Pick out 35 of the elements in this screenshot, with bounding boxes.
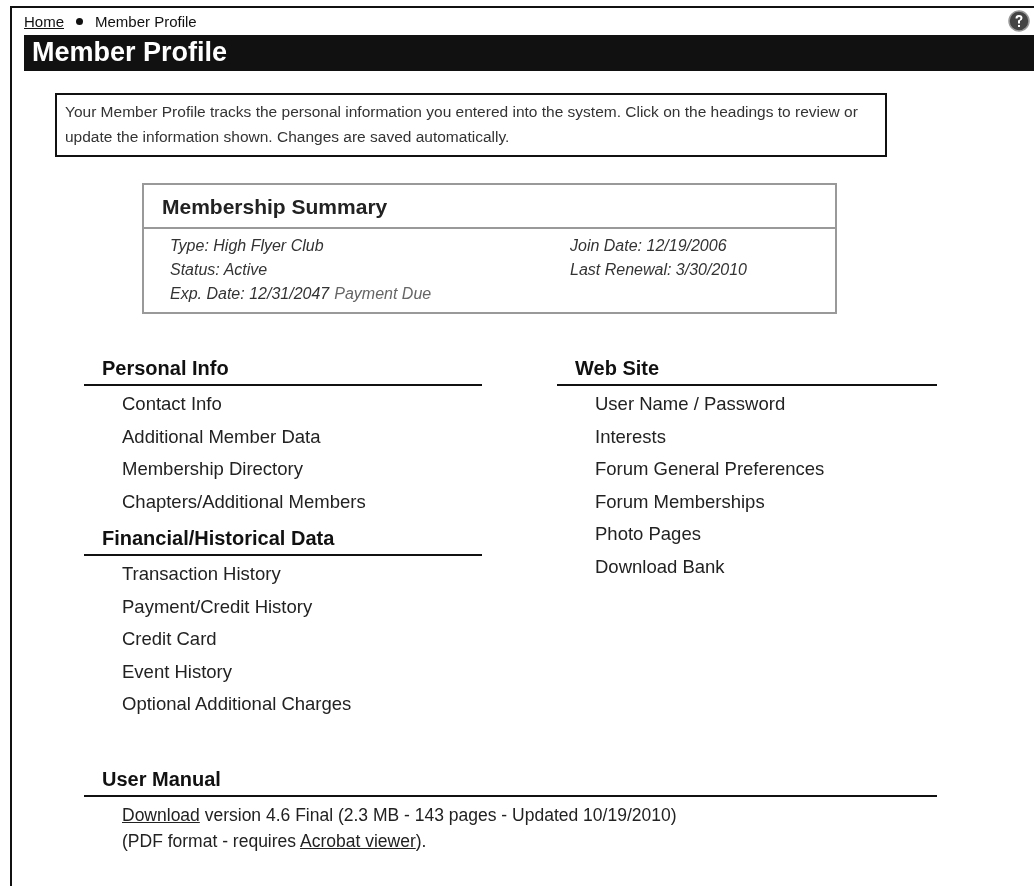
section-heading: Web Site bbox=[557, 356, 937, 386]
menu-link[interactable]: Transaction History bbox=[84, 558, 482, 591]
menu-link[interactable]: Payment/Credit History bbox=[84, 590, 482, 623]
menu-link[interactable]: Download Bank bbox=[557, 550, 937, 583]
text-link[interactable]: Download bbox=[122, 804, 200, 825]
summary-field: Join Date: 12/19/2006 bbox=[570, 237, 727, 254]
summary-field: Exp. Date: 12/31/2047 bbox=[170, 285, 330, 302]
menu-link[interactable]: Credit Card bbox=[84, 623, 482, 656]
menu-link[interactable]: Additional Member Data bbox=[84, 420, 482, 453]
breadcrumb-link[interactable]: Home bbox=[24, 13, 64, 30]
payment-note: Payment Due bbox=[334, 285, 432, 302]
summary-title: Membership Summary bbox=[144, 185, 835, 229]
section-heading: User Manual bbox=[84, 766, 937, 797]
menu-link[interactable]: Chapters/Additional Members bbox=[84, 485, 482, 518]
summary-field: Last Renewal: 3/30/2010 bbox=[570, 261, 747, 278]
summary-field: Type: High Flyer Club bbox=[170, 237, 324, 254]
manual-text: Download version 4.6 Final (2.3 MB - 143 pages - Updated 10/19/2010) (PDF format - requires Acrobat viewer). bbox=[122, 803, 678, 853]
breadcrumb-current: Member Profile bbox=[95, 13, 197, 30]
text-link[interactable]: Acrobat viewer bbox=[299, 830, 416, 851]
menu-link[interactable]: Optional Additional Charges bbox=[84, 688, 482, 721]
page-title: Member Profile bbox=[24, 35, 1034, 71]
menu-link[interactable]: Photo Pages bbox=[557, 518, 937, 551]
bullet-icon bbox=[76, 18, 83, 25]
menu-link[interactable]: Interests bbox=[557, 420, 937, 453]
intro-text: Your Member Profile tracks the personal information you entered into the system. Click on the headings to review or update the information shown. Changes are saved automatically. bbox=[55, 93, 887, 157]
menu-link[interactable]: Forum Memberships bbox=[557, 485, 937, 518]
menu-link[interactable]: Contact Info bbox=[84, 388, 482, 421]
menu-link[interactable]: Event History bbox=[84, 655, 482, 688]
menu-link[interactable]: Forum General Preferences bbox=[557, 453, 937, 486]
menu-link[interactable]: User Name / Password bbox=[557, 388, 937, 421]
help-icon[interactable] bbox=[1008, 10, 1030, 32]
section-heading: Personal Info bbox=[84, 356, 482, 386]
summary-field: Status: Active bbox=[170, 261, 268, 278]
menu-link[interactable]: Membership Directory bbox=[84, 453, 482, 486]
section-heading: Financial/Historical Data bbox=[84, 526, 482, 556]
